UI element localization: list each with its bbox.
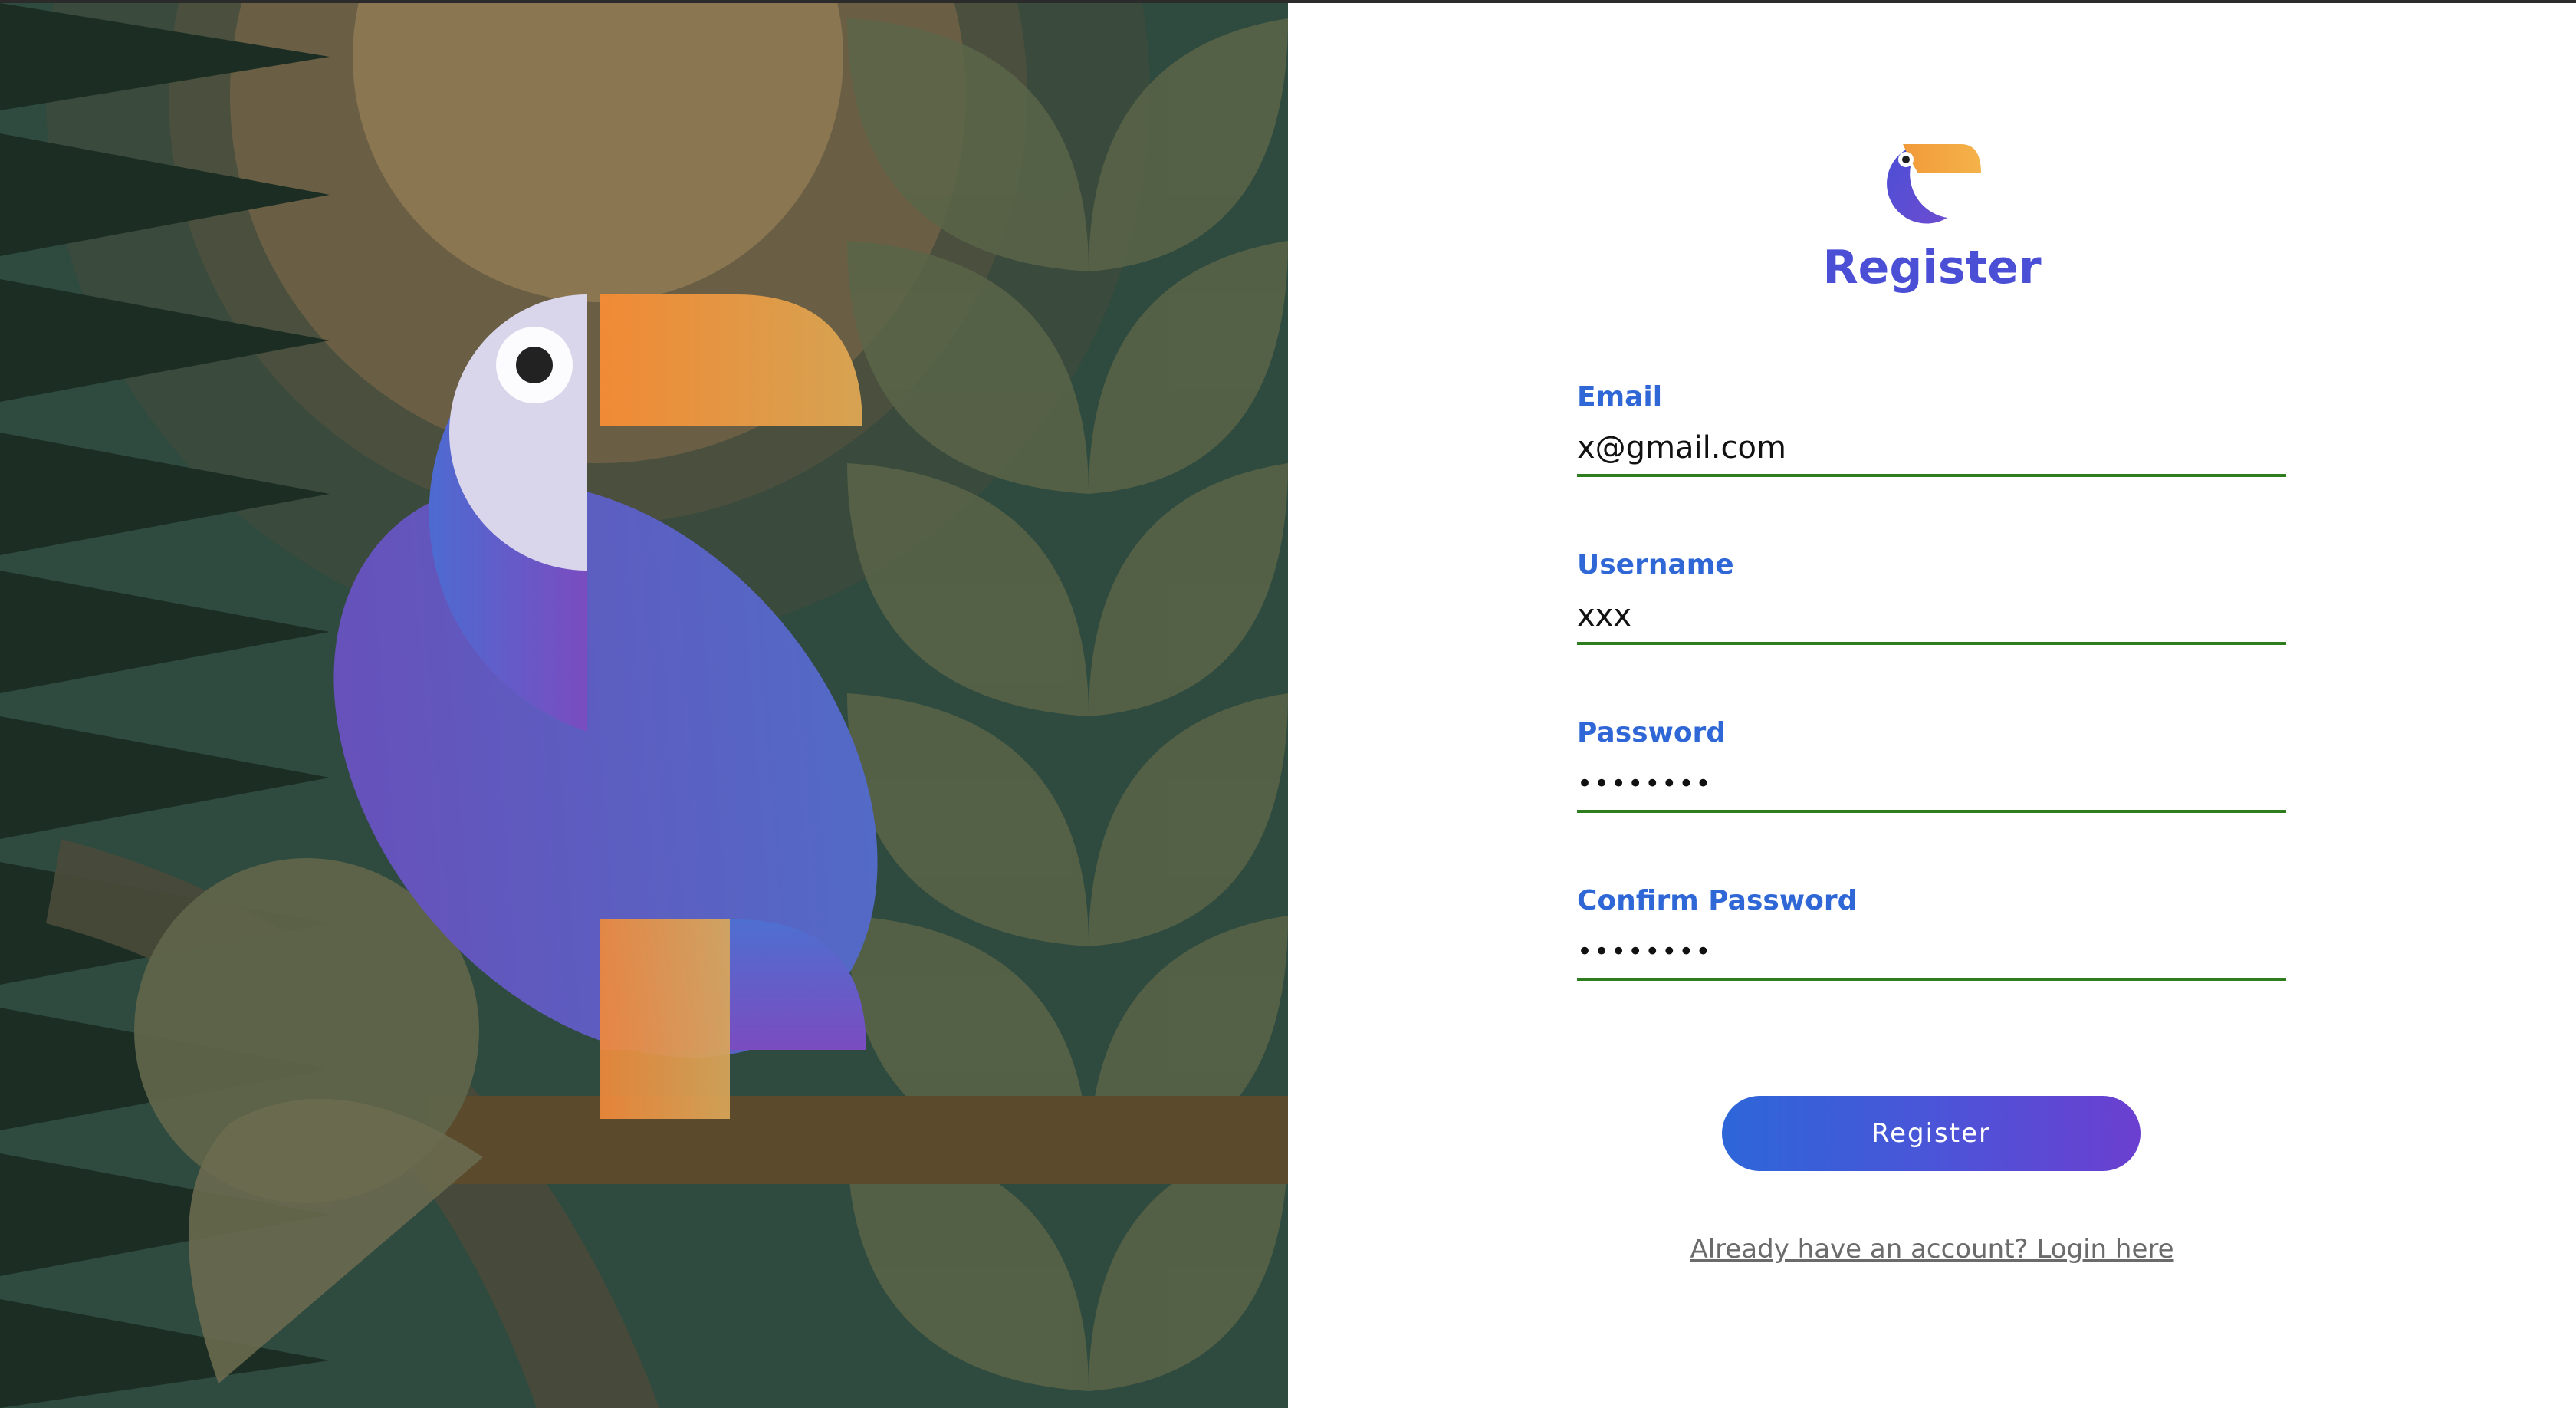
toucan-logo-icon [1887,144,1981,224]
page-title: Register [1822,241,2042,294]
perch-branch [429,1096,1288,1184]
password-input[interactable] [1577,758,2286,813]
password-field: Password [1577,716,2286,813]
username-input[interactable] [1577,590,2286,645]
username-label: Username [1577,549,1734,581]
login-link[interactable]: Already have an account? Login here [1625,1230,2239,1268]
username-field: Username [1577,548,2286,645]
password-label: Password [1577,717,1727,748]
toucan-eye-pupil [516,347,553,383]
email-field: Email [1577,380,2286,477]
confirm-password-field: Confirm Password [1577,884,2286,981]
email-input[interactable] [1577,422,2286,477]
confirm-password-label: Confirm Password [1577,885,1858,916]
toucan-illustration-svg [0,3,1288,1408]
app-window: Register Email Username Password Confirm… [0,0,2576,1408]
toucan-illustration [0,3,1288,1408]
email-label: Email [1577,381,1663,413]
confirm-password-input[interactable] [1577,926,2286,981]
register-button[interactable]: Register [1722,1096,2141,1171]
toucan-tail [600,919,730,1119]
